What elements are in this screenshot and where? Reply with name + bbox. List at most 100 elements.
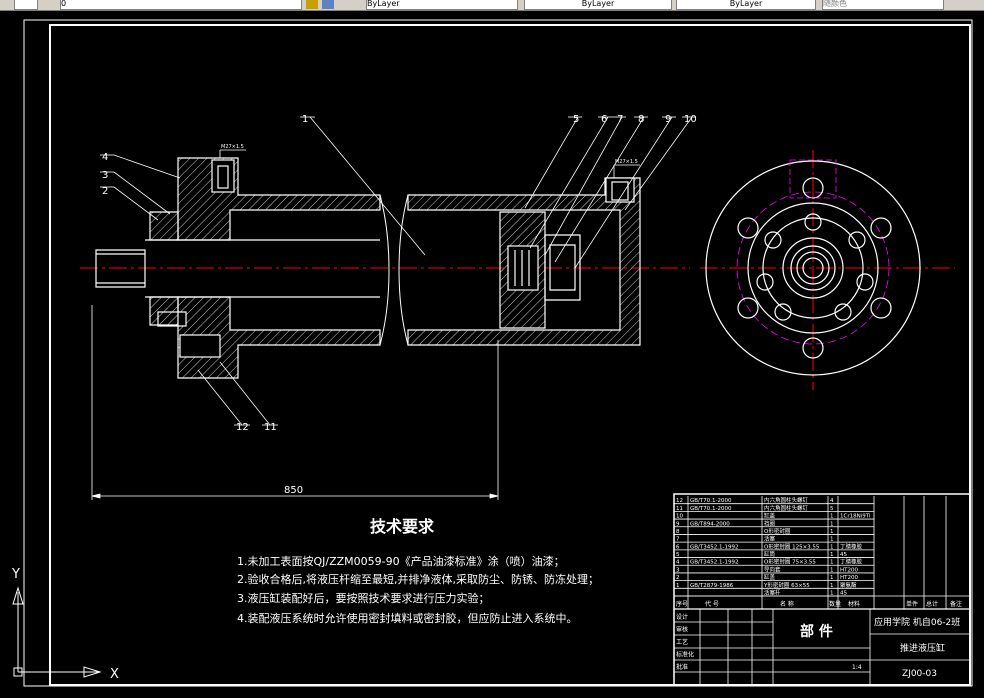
bom-row-name: 活塞杆	[764, 589, 781, 597]
tech-note-4: 4.装配液压系统时允许使用密封填料或密封胶，但应防止进入系统中。	[237, 611, 578, 625]
bom-header-7: 备注	[950, 600, 962, 608]
bom-row-material: HT200	[840, 567, 858, 573]
bom-row-material: 45	[840, 591, 847, 597]
balloon-10: 10	[684, 114, 697, 125]
drawing-number: ZJ00-03	[902, 669, 937, 679]
layer-dropdown-value: 0	[61, 0, 67, 8]
bom-row-qty: 1	[830, 521, 834, 527]
lineweight-dropdown-value: ByLayer	[729, 0, 763, 8]
bom-row-name: O形密封圈	[764, 527, 791, 535]
end-view	[700, 150, 955, 390]
port-label-right: M27×1.5	[615, 159, 638, 165]
bom-row-number: 10	[676, 514, 683, 520]
sign-label: 批准	[676, 663, 688, 671]
bom-row-qty: 1	[830, 560, 834, 566]
balloon-11: 11	[264, 422, 277, 433]
bom-row-material: HT200	[840, 575, 858, 581]
bom-row-number: 11	[676, 506, 683, 512]
tech-note-2: 2.验收合格后,将液压杆缩至最短,并排净液体,采取防尘、防锈、防冻处理；	[237, 572, 599, 586]
color-dropdown-value: ByLayer	[367, 0, 400, 8]
tech-title: 技术要求	[370, 517, 435, 536]
bom-row-qty: 1	[830, 529, 834, 535]
bom-row-number: 2	[676, 575, 680, 581]
bom-row-material: 45	[840, 552, 847, 558]
bom-row-number: 7	[676, 537, 680, 543]
bom-row-qty: 1	[830, 575, 834, 581]
layer-light-icon[interactable]	[14, 0, 38, 10]
bom-header-3: 数量	[829, 600, 841, 608]
balloon-1: 1	[302, 114, 308, 125]
balloon-5: 5	[573, 114, 579, 125]
bom-row-name: 内六角圆柱头螺钉	[764, 496, 809, 504]
bom-row-material: 聚氨酯	[840, 581, 857, 589]
bom-row-code: GB/T2879-1986	[690, 583, 734, 589]
bom-row-qty: 1	[830, 583, 834, 589]
bom-row-qty: 1	[830, 514, 834, 520]
bom-row-number: 12	[676, 498, 683, 504]
bom-row-qty: 5	[830, 506, 834, 512]
linetype-dropdown-value: ByLayer	[581, 0, 615, 8]
bom-row-name: Y形密封圈 63×55	[763, 581, 810, 589]
sign-label: 标准化	[676, 651, 694, 659]
ucs-y-label: Y	[11, 567, 20, 582]
bom-header-5: 单件	[906, 600, 918, 608]
balloon-7: 7	[617, 114, 623, 125]
bom-row-material: 1Cr18Ni9Ti	[840, 514, 871, 520]
sign-label: 工艺	[676, 638, 688, 646]
bom-row-name: 挡圈	[764, 519, 776, 527]
bom-row-name: 缸盖	[764, 512, 776, 520]
bom-header-0: 序号	[676, 600, 688, 608]
bom-row-name: 缸盖	[764, 573, 776, 581]
bom-header-4: 材料	[848, 600, 860, 608]
bom-row-number: 3	[676, 567, 680, 573]
bom-row-material: 丁腈橡胶	[840, 558, 863, 566]
bom-row-qty: 1	[830, 552, 834, 558]
bom-row-code: GB/T70.1-2000	[690, 498, 732, 504]
color-dropdown[interactable]: ByLayer	[366, 0, 518, 10]
layer-dropdown[interactable]: 0	[60, 0, 302, 10]
linetype-dropdown[interactable]: ByLayer	[524, 0, 672, 10]
bom-row-qty: 1	[830, 591, 834, 597]
bom-row-number: 9	[676, 521, 680, 527]
bom-row-number: 4	[676, 560, 680, 566]
plotstyle-dropdown[interactable]: 随颜色	[822, 0, 944, 10]
balloon-9: 9	[665, 114, 671, 125]
port-label-left: M27×1.5	[221, 144, 244, 150]
bom-row-name: O形密封圈 75×3.55	[764, 558, 816, 566]
length-dimension: 850	[284, 485, 303, 496]
balloon-12: 12	[236, 422, 249, 433]
tech-note-3: 3.液压缸装配好后，要按照技术要求进行压力实验；	[237, 591, 490, 605]
bom-row-qty: 4	[830, 498, 834, 504]
bom-row-name: 活塞	[764, 535, 776, 543]
school-label: 应用学院 机自06-2班	[874, 616, 960, 628]
bom-row-name: 缸筒	[764, 550, 776, 558]
bom-header-6: 总计	[926, 600, 938, 608]
parts-title: 部 件	[800, 623, 833, 640]
bom-row-name: O形密封圈 125×3.55	[764, 542, 820, 550]
bom-header-1: 代 号	[705, 600, 719, 608]
drawing-canvas[interactable]: 1 2 3 4 5 6 7 8 9 10 11 12 850 M27×1.5 M…	[0, 10, 984, 698]
bom-row-qty: 1	[830, 537, 834, 543]
plotstyle-dropdown-value: 随颜色	[823, 0, 847, 8]
bom-row-name: 内六角圆柱头螺钉	[764, 504, 809, 512]
drawing-name: 推进液压缸	[900, 642, 945, 654]
bom-row-code: GB/T3452.1-1992	[690, 560, 738, 566]
balloon-2: 2	[102, 186, 108, 197]
bom-row-code: GB/T70.1-2000	[690, 506, 732, 512]
make-layer-current-icon[interactable]	[306, 0, 318, 9]
bom-row-qty: 1	[830, 544, 834, 550]
bom-header-2: 名 称	[780, 600, 794, 608]
lineweight-dropdown[interactable]: ByLayer	[676, 0, 816, 10]
bom-row-number: 1	[676, 583, 680, 589]
balloon-4: 4	[102, 152, 108, 163]
layer-previous-icon[interactable]	[322, 0, 334, 9]
bom-row-qty: 1	[830, 567, 834, 573]
sign-label: 审核	[676, 626, 688, 634]
balloon-3: 3	[102, 170, 108, 181]
bom-row-number: 6	[676, 544, 680, 550]
bom-row-number: 5	[676, 552, 680, 558]
ucs-icon	[12, 586, 102, 678]
balloon-8: 8	[638, 114, 644, 125]
bom-row-name: 导向套	[764, 565, 781, 573]
scale-value: 1:4	[852, 664, 862, 671]
